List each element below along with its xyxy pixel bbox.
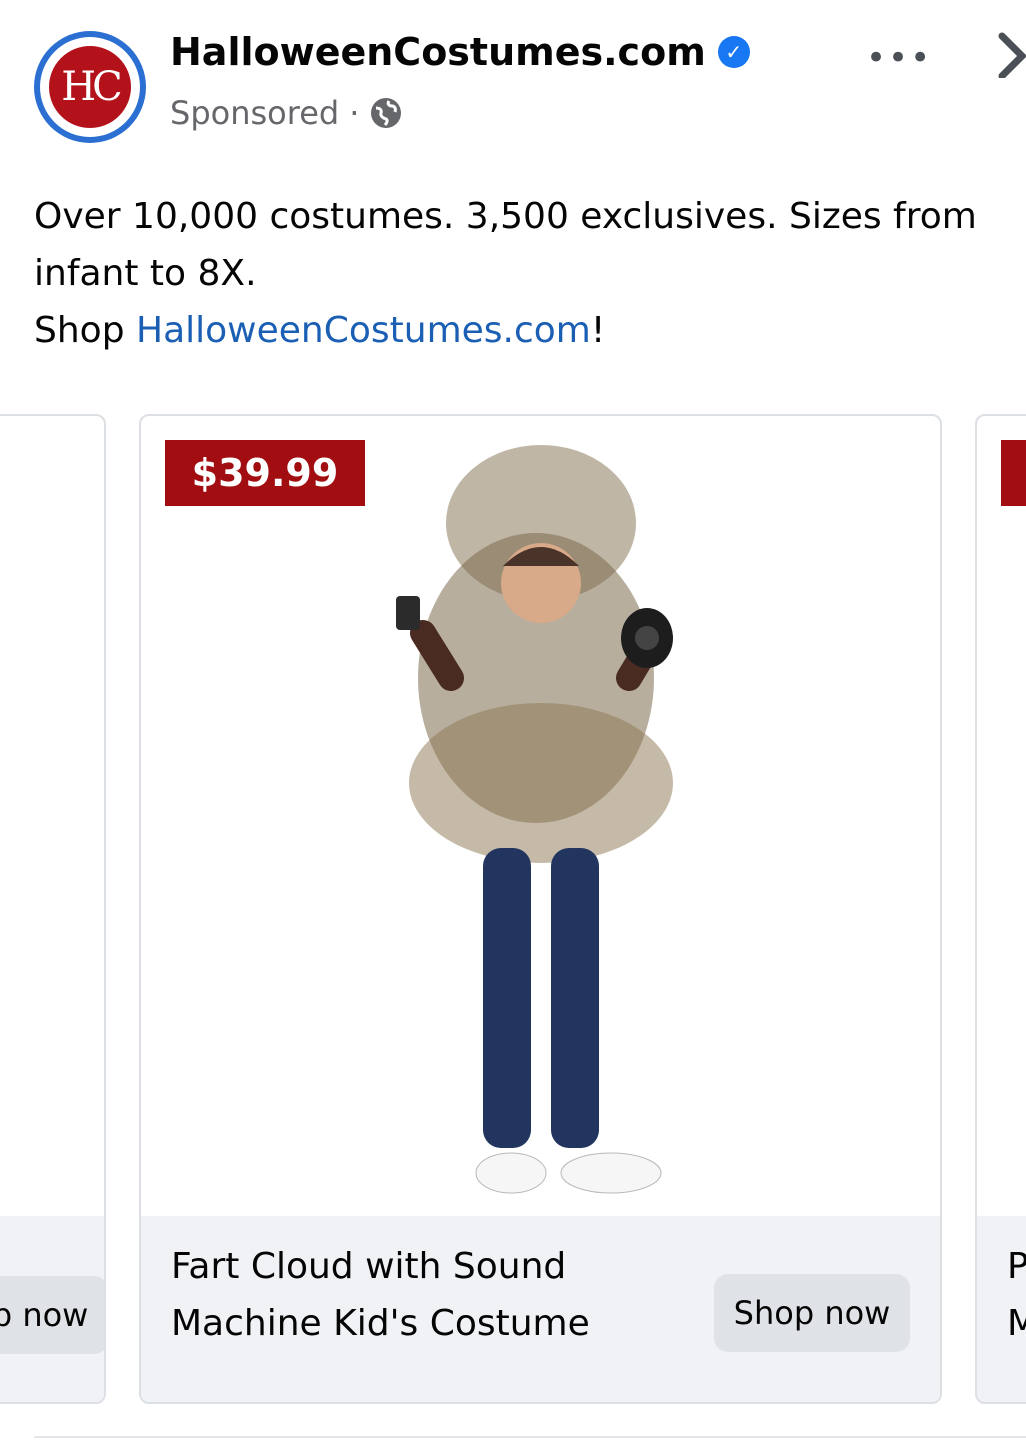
message-suffix: !	[590, 310, 606, 351]
card-footer: P M	[977, 1216, 1026, 1402]
carousel-card-left[interactable]: Shop now	[0, 414, 106, 1404]
shop-now-button[interactable]: Shop now	[714, 1274, 910, 1352]
carousel-card-right[interactable]: P M	[975, 414, 1026, 1404]
carousel-card-main[interactable]: $39.99 Fart Cloud with Sound Machine Kid…	[139, 414, 942, 1404]
meta-separator: ·	[349, 94, 360, 132]
message-link[interactable]: HalloweenCostumes.com	[136, 310, 591, 351]
brand-name[interactable]: HalloweenCostumes.com ✓	[170, 30, 750, 74]
facebook-sponsored-post: HC HalloweenCostumes.com ✓ Sponsored · •…	[0, 0, 1026, 1440]
brand-avatar[interactable]: HC	[34, 31, 146, 143]
card-footer: Fart Cloud with Sound Machine Kid's Cost…	[141, 1216, 940, 1402]
close-icon[interactable]	[994, 28, 1026, 80]
post-divider	[34, 1436, 1026, 1438]
price-tag	[1001, 440, 1026, 506]
verified-badge-icon: ✓	[717, 36, 750, 68]
more-options-icon[interactable]: •••	[866, 38, 932, 78]
globe-icon	[369, 96, 403, 130]
message-shop-line: Shop HalloweenCostumes.com!	[34, 302, 994, 359]
product-image[interactable]	[371, 428, 711, 1218]
product-title[interactable]: Fart Cloud with Sound Machine Kid's Cost…	[171, 1238, 691, 1352]
price-tag: $39.99	[165, 440, 365, 506]
post-message: Over 10,000 costumes. 3,500 exclusives. …	[34, 188, 994, 359]
message-line: Over 10,000 costumes. 3,500 exclusives. …	[34, 196, 977, 294]
shop-now-button[interactable]: Shop now	[0, 1276, 104, 1354]
sponsored-label[interactable]: Sponsored	[170, 94, 339, 132]
brand-logo: HC	[46, 43, 134, 131]
post-meta: Sponsored ·	[170, 94, 403, 132]
product-title-peek: P M	[1007, 1238, 1026, 1352]
message-shop-prefix: Shop	[34, 310, 136, 351]
brand-name-text[interactable]: HalloweenCostumes.com	[170, 30, 706, 74]
